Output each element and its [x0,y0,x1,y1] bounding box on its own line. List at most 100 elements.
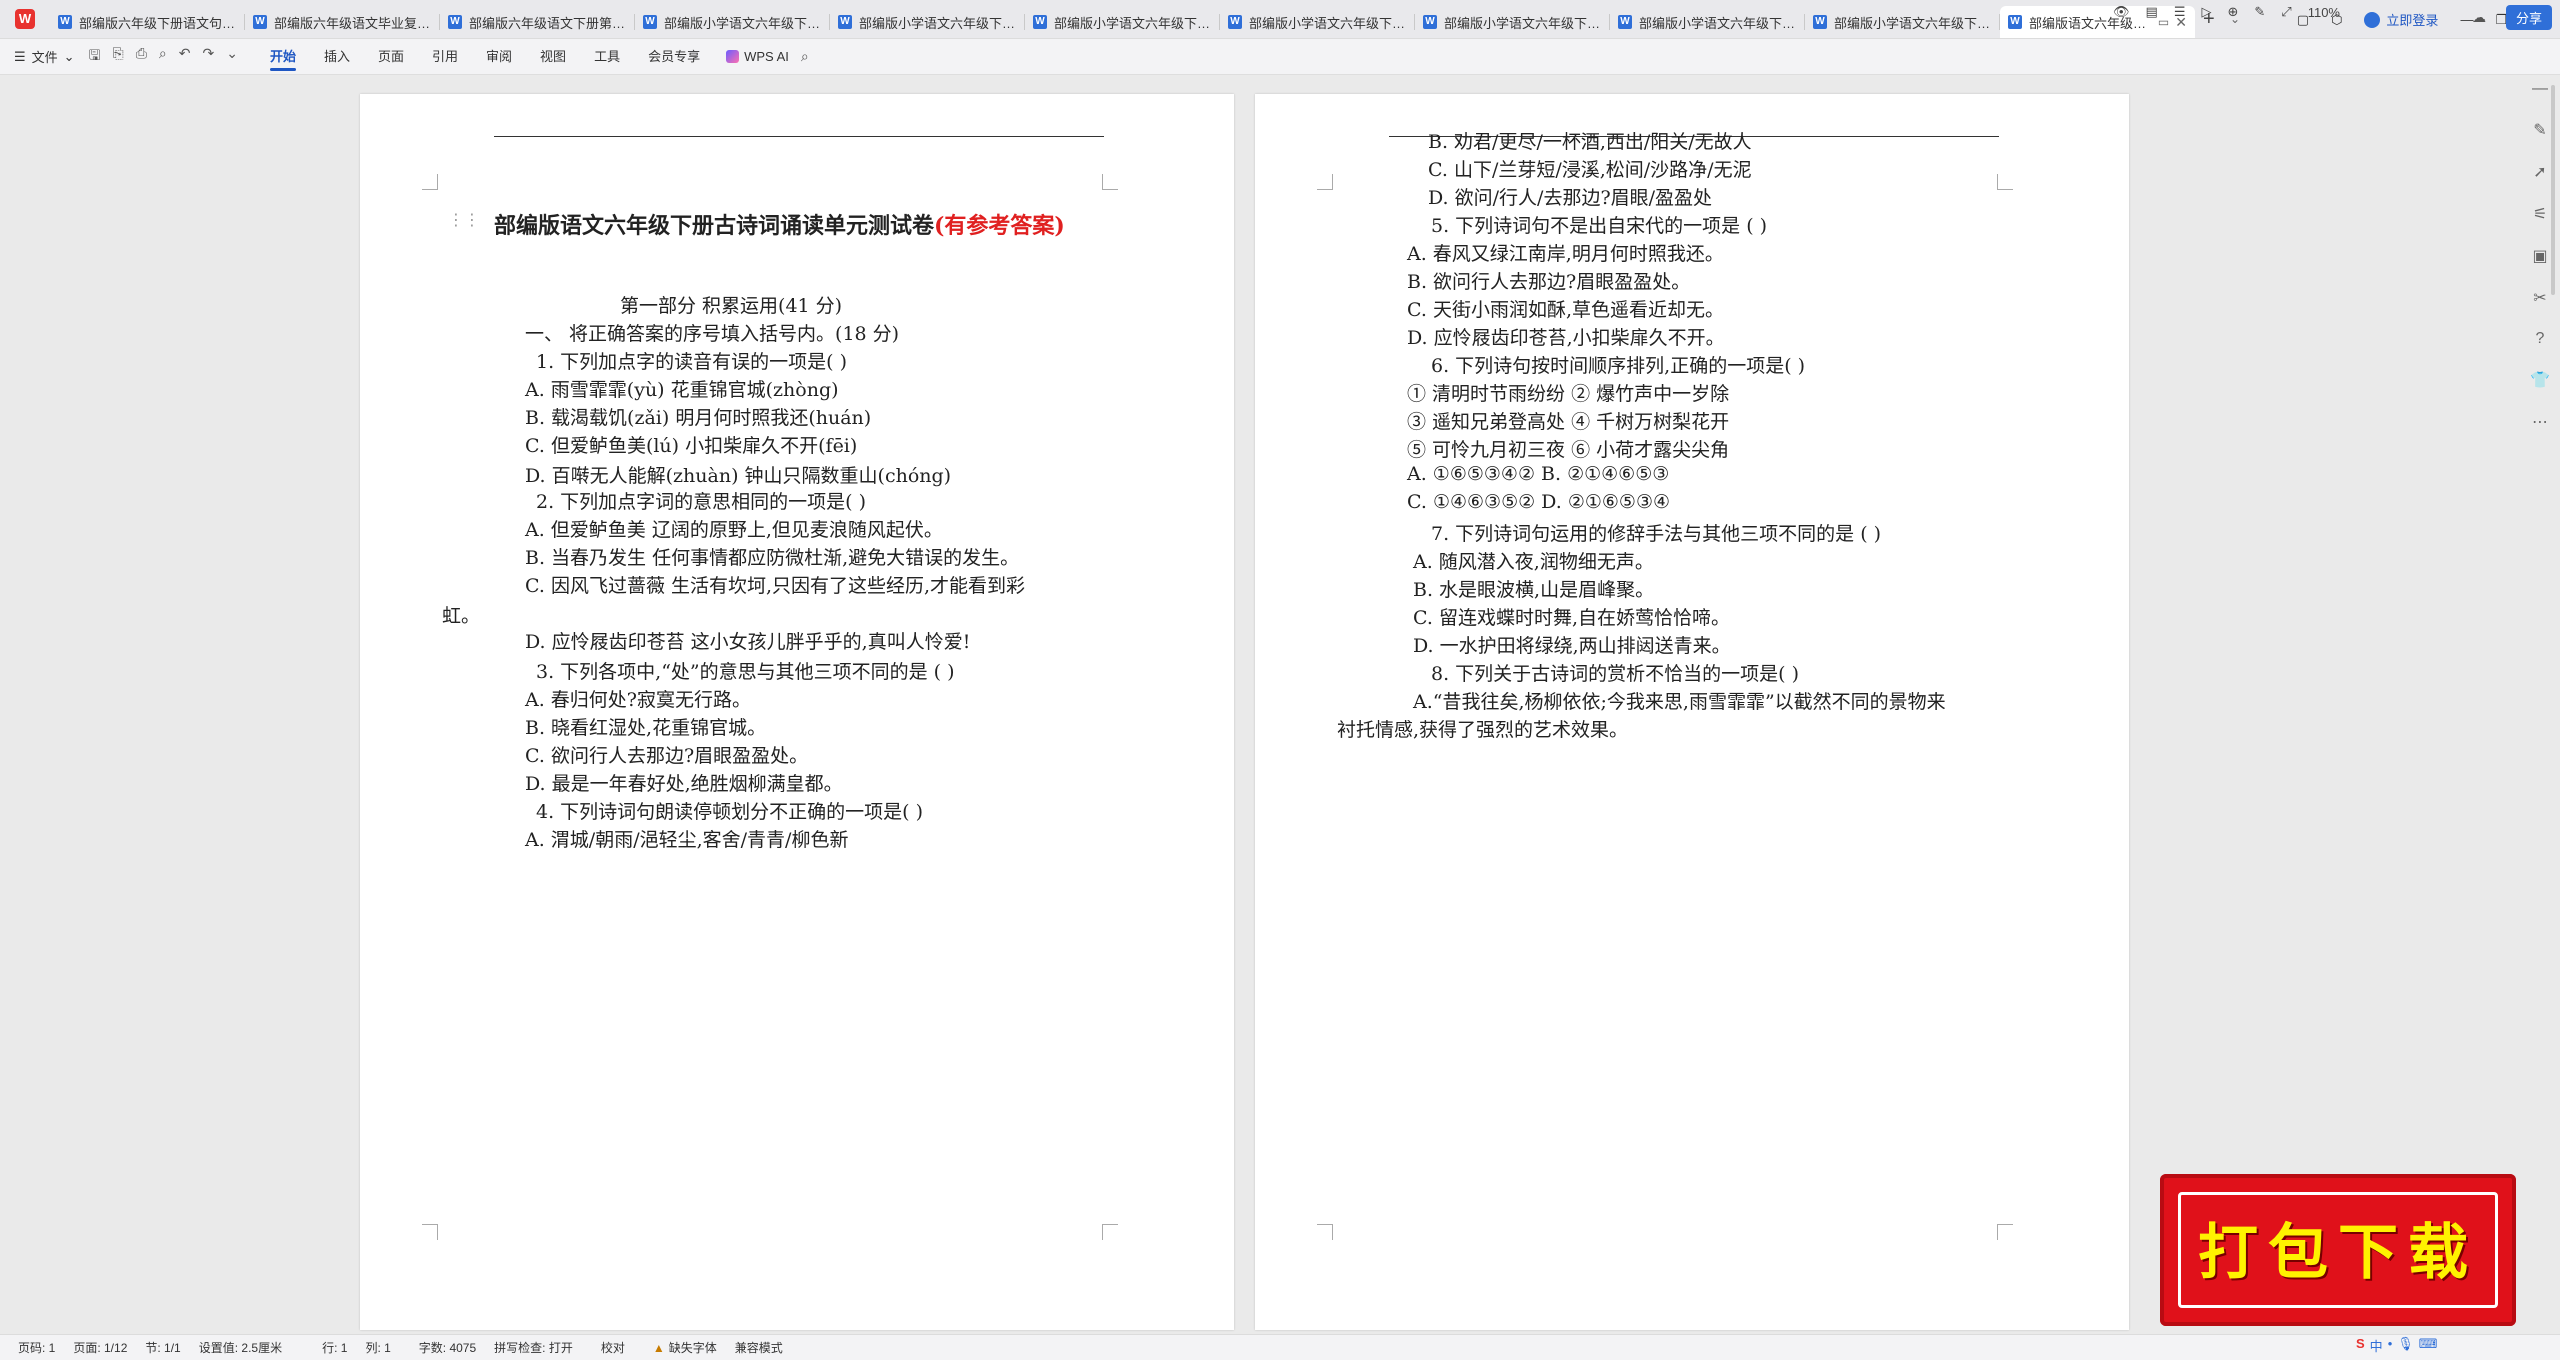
menu-tab-6[interactable]: 工具 [580,39,634,75]
warning-icon: ▲ [652,1340,665,1355]
mic-icon[interactable]: 🎙 [2397,1336,2414,1355]
pen-icon[interactable]: ✎ [2533,120,2546,140]
text-line: C. 留连戏蝶时时舞,自在娇莺恰恰啼。 [1413,607,1730,629]
ime-mode[interactable]: 中 [2370,1336,2383,1355]
status-section[interactable]: 节: 1/1 [145,1339,180,1356]
web-view-icon[interactable]: ⊕ [2227,4,2238,20]
more-chevron-icon[interactable]: ⌄ [226,45,238,69]
play-icon[interactable]: ▷ [2201,4,2211,20]
tab-label: 部编版小学语文六年级下册古诗 [664,15,822,31]
text-line: 1. 下列加点字的读音有误的一项是( ) [536,351,848,373]
adjust-icon[interactable]: ⚟ [2533,204,2547,224]
tab-document[interactable]: W 部编版小学语文六年级下册第六 [830,6,1025,38]
status-pages[interactable]: 页面: 1/12 [73,1339,127,1356]
status-row[interactable]: 行: 1 [322,1339,347,1356]
menu-tab-3[interactable]: 引用 [418,39,472,75]
export-icon[interactable]: ⎘ [113,45,124,69]
menu-tab-7[interactable]: 会员专享 [634,39,714,75]
text-line: ③ 遥知兄弟登高处 ④ 千树万树梨花开 [1407,411,1730,433]
tab-document[interactable]: W 部编版小学语文六年级下册第二 [1805,6,2000,38]
text-line: C. 但爱鲈鱼美(lú) 小扣柴扉久不开(fēi) [525,435,858,457]
tab-document[interactable]: W 部编版小学语文六年级下册第一 [1610,6,1805,38]
share-button[interactable]: 分享 [2505,5,2552,30]
word-doc-icon: W [2008,15,2022,29]
cloud-sync-icon[interactable]: ☁ [2472,9,2486,26]
undo-icon[interactable]: ↶ [179,45,191,69]
tab-document[interactable]: W 部编版小学语文六年级下册第五 [1220,6,1415,38]
page-view-icon[interactable]: ▤ [2146,4,2158,20]
download-badge[interactable]: 打包下载 [2160,1174,2516,1326]
word-doc-icon: W [1813,15,1827,29]
word-doc-icon: W [1033,15,1047,29]
tab-document[interactable]: W 部编版六年级语文毕业复习资料 [245,6,440,38]
image-icon[interactable]: ▣ [2532,246,2547,266]
status-setting[interactable]: 设置值: 2.5厘米 [199,1339,282,1356]
login-button[interactable]: 立即登录 [2364,10,2438,29]
tools-icon[interactable]: ✂ [2533,288,2546,308]
tab-label: 部编版六年级语文下册第二单元 [469,15,627,31]
drag-handle-icon[interactable]: ⋮⋮ [448,210,480,230]
text-line: A. 春风又绿江南岸,明月何时照我还。 [1407,243,1724,265]
search-icon[interactable]: ⌕ [801,48,809,65]
tab-document[interactable]: W 部编版小学语文六年级下册古诗 [635,6,830,38]
wps-logo[interactable]: W [0,0,50,38]
header-rule [494,136,1104,137]
text-line: D. 应怜屐齿印苍苔 这小女孩儿胖乎乎的,真叫人怜爱! [525,631,971,653]
menu-tab-4[interactable]: 审阅 [472,39,526,75]
text-line: 7. 下列诗词句运用的修辞手法与其他三项不同的是 ( ) [1431,523,1882,545]
word-doc-icon: W [58,15,72,29]
status-compat[interactable]: 兼容模式 [735,1339,783,1356]
tab-document[interactable]: W 部编版小学语文六年级下册第四 [1025,6,1220,38]
tab-document[interactable]: W 部编版小学语文六年级下册古诗 [1415,6,1610,38]
save-icon[interactable]: 🖫 [89,45,101,69]
shirt-icon[interactable]: 👕 [2530,370,2550,390]
menu-tab-2[interactable]: 页面 [364,39,418,75]
menu-tab-0[interactable]: 开始 [256,39,310,75]
margin-corner [1317,174,1333,190]
keyboard-icon[interactable]: ⌨ [2419,1336,2438,1355]
text-line: A. 雨雪霏霏(yù) 花重锦官城(zhòng) [525,379,839,401]
margin-corner [1997,174,2013,190]
select-icon[interactable]: ➚ [2533,162,2546,182]
wps-ai-button[interactable]: WPS AI [714,49,801,64]
print-preview-icon[interactable]: ⌕ [159,45,167,69]
tab-label: 部编版六年级语文毕业复习资料 [274,15,432,31]
outline-view-icon[interactable]: ☰ [2174,4,2186,20]
status-font-missing[interactable]: 缺失字体 [669,1339,717,1356]
word-doc-icon: W [1618,15,1632,29]
status-col[interactable]: 列: 1 [365,1339,390,1356]
vertical-scrollbar[interactable] [2551,85,2555,295]
fit-icon[interactable]: ⤢ [2281,4,2291,20]
menu-tab-1[interactable]: 插入 [310,39,364,75]
tab-label: 部编版小学语文六年级下册古诗 [1444,15,1602,31]
status-words[interactable]: 字数: 4075 [419,1339,476,1356]
file-menu-button[interactable]: ☰ 文件 ⌄ [0,47,89,66]
write-icon[interactable]: ✎ [2254,4,2265,20]
status-proof[interactable]: 校对 [601,1339,625,1356]
status-bar: 页码: 1 页面: 1/12 节: 1/1 设置值: 2.5厘米 行: 1 列:… [0,1334,2560,1360]
eye-icon[interactable]: 👁 [2113,4,2130,20]
text-line: A. 春归何处?寂寞无行路。 [525,689,751,711]
status-spellcheck[interactable]: 拼写检查: 打开 [494,1339,573,1356]
help-icon[interactable]: ? [2536,330,2545,348]
chevron-down-icon: ⌄ [63,48,75,64]
sogou-icon[interactable]: S [2356,1336,2365,1355]
word-doc-icon: W [838,15,852,29]
text-line: C. 天街小雨润如酥,草色遥看近却无。 [1407,299,1724,321]
text-line: A.“昔我往矣,杨柳依依;今我来思,雨雪霏霏”以截然不同的景物来 [1413,691,1946,713]
more-icon[interactable]: ⋯ [2532,412,2548,432]
tab-document[interactable]: W 部编版六年级下册语文句子专项 [50,6,245,38]
margin-corner [1102,1224,1118,1240]
collapse-icon[interactable]: — [2532,80,2548,98]
print-icon[interactable]: ⎙ [136,45,147,69]
status-page[interactable]: 页码: 1 [18,1339,55,1356]
tab-document[interactable]: W 部编版六年级语文下册第二单元 [440,6,635,38]
tab-label: 部编版小学语文六年级下册第五 [1249,15,1407,31]
text-line: A. 渭城/朝雨/浥轻尘,客舍/青青/柳色新 [525,829,849,851]
zoom-level[interactable]: 110% [2308,5,2340,20]
text-line: 3. 下列各项中,“处”的意思与其他三项不同的是 ( ) [536,661,955,683]
menu-tab-5[interactable]: 视图 [526,39,580,75]
punctuation-icon[interactable]: • [2388,1336,2393,1355]
redo-icon[interactable]: ↷ [203,45,215,69]
text-line: D. 一水护田将绿绕,两山排闼送青来。 [1413,635,1731,657]
